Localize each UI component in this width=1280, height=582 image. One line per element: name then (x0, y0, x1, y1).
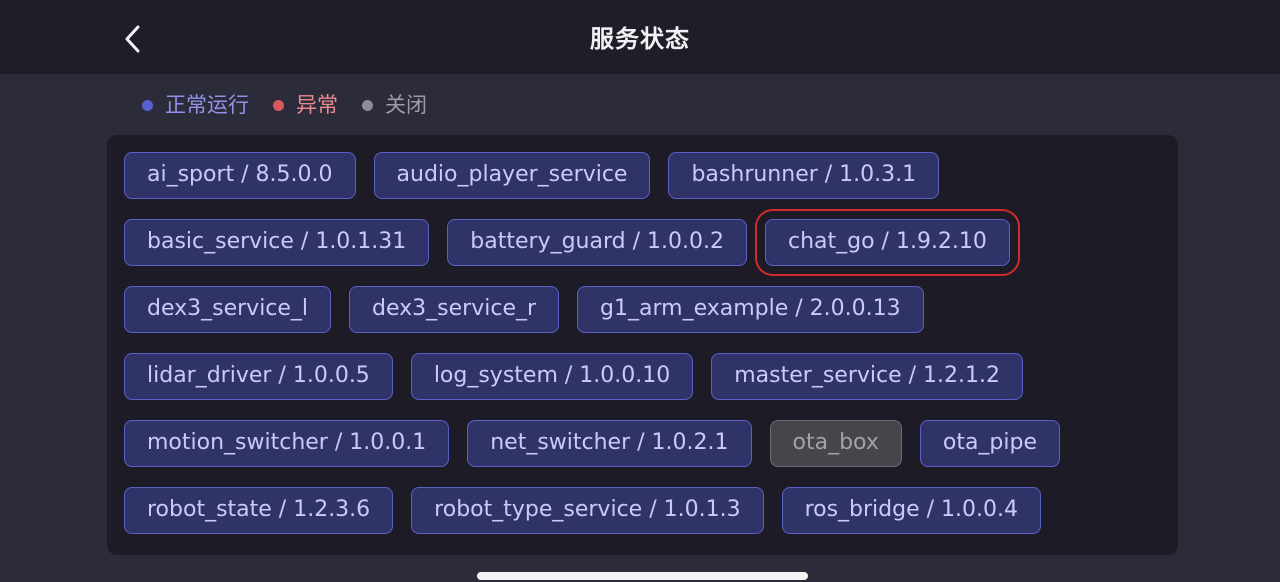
service-chip-net-switcher[interactable]: net_switcher / 1.0.2.1 (467, 420, 752, 467)
legend-off-label: 关闭 (385, 93, 427, 117)
status-legend: 正常运行 异常 关闭 (142, 90, 451, 120)
top-bar: 服务状态 (0, 0, 1280, 74)
off-status-dot (362, 99, 373, 111)
service-chip-ros-bridge[interactable]: ros_bridge / 1.0.0.4 (781, 487, 1041, 534)
service-chip-ota-box[interactable]: ota_box (769, 420, 902, 467)
service-chip-robot-state[interactable]: robot_state / 1.2.3.6 (124, 487, 394, 534)
service-chip-ai-sport[interactable]: ai_sport / 8.5.0.0 (124, 152, 356, 199)
service-chip-dex3-service-r[interactable]: dex3_service_r (349, 286, 560, 333)
home-indicator[interactable] (477, 572, 808, 580)
page-title: 服务状态 (590, 25, 690, 53)
service-chip-log-system[interactable]: log_system / 1.0.0.10 (410, 353, 694, 400)
service-chip-g1-arm-example[interactable]: g1_arm_example / 2.0.0.13 (577, 286, 924, 333)
legend-off: 关闭 (362, 90, 427, 120)
service-chip-dex3-service-l[interactable]: dex3_service_l (124, 286, 332, 333)
service-chip-robot-type-service[interactable]: robot_type_service / 1.0.1.3 (411, 487, 764, 534)
service-chip-grid: ai_sport / 8.5.0.0 audio_player_service … (124, 152, 1164, 534)
service-chip-audio-player-service[interactable]: audio_player_service (373, 152, 651, 199)
legend-error: 异常 (273, 90, 338, 120)
legend-normal: 正常运行 (142, 90, 249, 120)
service-chip-ota-pipe[interactable]: ota_pipe (919, 420, 1061, 467)
service-chip-lidar-driver[interactable]: lidar_driver / 1.0.0.5 (124, 353, 393, 400)
error-status-dot (273, 99, 284, 111)
legend-normal-label: 正常运行 (165, 93, 249, 117)
normal-status-dot (142, 99, 153, 111)
service-list-panel[interactable]: ai_sport / 8.5.0.0 audio_player_service … (107, 135, 1178, 555)
legend-error-label: 异常 (296, 93, 338, 117)
service-status-screen: 服务状态 正常运行 异常 关闭 ai_sport / 8.5.0.0 audio… (0, 0, 1280, 582)
service-chip-battery-guard[interactable]: battery_guard / 1.0.0.2 (447, 219, 747, 266)
service-chip-bashrunner[interactable]: bashrunner / 1.0.3.1 (668, 152, 940, 199)
service-chip-chat-go[interactable]: chat_go / 1.9.2.10 (754, 209, 1020, 276)
service-chip-master-service[interactable]: master_service / 1.2.1.2 (711, 353, 1024, 400)
service-chip-basic-service[interactable]: basic_service / 1.0.1.31 (124, 219, 430, 266)
service-chip-motion-switcher[interactable]: motion_switcher / 1.0.0.1 (124, 420, 450, 467)
